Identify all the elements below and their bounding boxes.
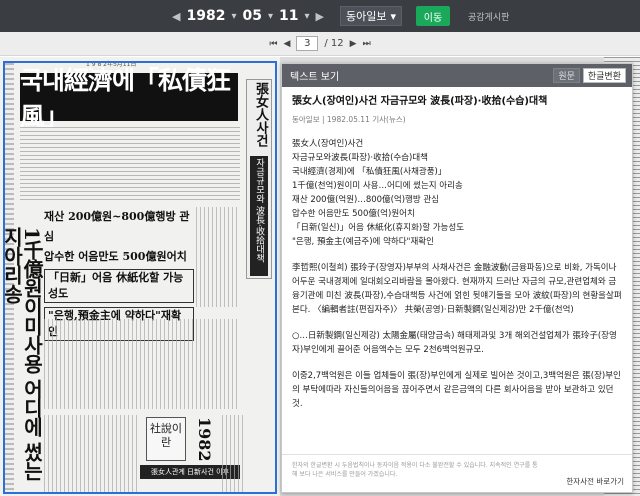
newspaper-select-value: 동아일보: [345, 10, 387, 23]
newspaper-left-page: 1 9 8 2年5月11日 국내經濟에「私債狂風」 張女人사건 자금규모와 波長…: [0, 57, 280, 496]
page-navigator: ⏮ ◀ 3 / 12 ▶ ⏭: [0, 32, 640, 56]
total-pages: / 12: [324, 38, 344, 49]
article-line: "은행, 預金主(예금주)에 약하다"재확인: [292, 237, 434, 247]
article-line: 자금규모와波長(파장)·收拾(수습)대책: [292, 153, 428, 163]
month-caret-icon: ▾: [267, 10, 273, 22]
article-paragraph: 李哲熙(이철희) 張玲子(장영자)부부의 사채사건은 金融波動(금융파동)으로 …: [292, 263, 622, 315]
article-line: 張女人(장여인)사건: [292, 139, 364, 149]
hangul-convert-button[interactable]: 한글변환: [582, 68, 626, 83]
month-display[interactable]: 05: [242, 8, 261, 24]
text-view-body: 張女人(장여인)사건 자금규모와 波長(파장)·收拾(수습)대책 동아일보 | …: [282, 87, 632, 411]
next-page-button[interactable]: ▶: [350, 39, 357, 49]
article-line: 「日新(일신)」어음 休紙化(휴지화)할 가능성도: [292, 223, 465, 233]
article-line: 압수한 어음만도 500億(억)원어치: [292, 209, 415, 219]
chevron-down-icon: ▾: [390, 9, 396, 23]
first-page-button[interactable]: ⏮: [269, 39, 277, 49]
year-caret-icon: ▾: [231, 10, 237, 22]
article-line: 국내經濟(경제)에 「私債狂風(사채광풍)」: [292, 167, 447, 177]
public-board-link[interactable]: 공감게시판: [468, 10, 509, 23]
last-page-button[interactable]: ⏭: [363, 39, 371, 49]
text-view-panel: 텍스트 보기 원문 한글변환 張女人(장여인)사건 자금규모와 波長(파장)·收…: [281, 63, 633, 493]
prev-date-button[interactable]: ◀: [172, 10, 180, 23]
article-paragraph: 이중2,7백억원은 이들 업체들이 張(장)부인에게 실제로 빌어쓴 것이고,3…: [292, 371, 621, 409]
next-date-button[interactable]: ▶: [316, 10, 324, 23]
text-view-footer: 한자의 한글변환 시 두음법칙이나 동자이음 적용이 다소 불완전할 수 있습니…: [282, 454, 632, 492]
day-caret-icon: ▾: [304, 10, 310, 22]
newspaper-select[interactable]: 동아일보 ▾: [339, 6, 402, 26]
top-toolbar: ◀ 1982 ▾ 05 ▾ 11 ▾ ▶ 동아일보 ▾ 이동 공감게시판: [0, 0, 640, 32]
page-number-input[interactable]: 3: [296, 36, 319, 51]
hanja-dictionary-link[interactable]: 한자사전 바로가기: [566, 477, 624, 486]
article-line: 재산 200億(억원)…800億(억)행방 관심: [292, 195, 439, 205]
prev-page-button[interactable]: ◀: [283, 39, 290, 49]
date-navigator: ◀ 1982 ▾ 05 ▾ 11 ▾ ▶ 동아일보 ▾ 이동 공감게시판: [172, 0, 509, 32]
article-line: 1千億(천억)원이미 사용…어디에 썼는지 아리송: [292, 181, 463, 191]
article-paragraph: ○…日新製鋼(일신제강) 太陽金屬(태양금속) 해태제과및 3개 해외건설업체가…: [292, 331, 617, 355]
article-title: 張女人(장여인)사건 자금규모와 波長(파장)·收拾(수습)대책: [292, 96, 548, 107]
original-text-button[interactable]: 원문: [553, 68, 580, 83]
day-display[interactable]: 11: [279, 8, 298, 24]
go-button[interactable]: 이동: [415, 6, 450, 26]
article-lines: 張女人(장여인)사건 자금규모와波長(파장)·收拾(수습)대책 국내經濟(경제)…: [292, 137, 622, 249]
conversion-notice: 한자의 한글변환 시 두음법칙이나 동자이음 적용이 다소 불완전할 수 있습니…: [292, 462, 538, 478]
selected-article-outline[interactable]: [3, 61, 277, 494]
article-meta: 동아일보 | 1982.05.11 기사(뉴스): [292, 115, 406, 124]
text-view-title: 텍스트 보기: [290, 72, 340, 83]
year-display[interactable]: 1982: [186, 8, 225, 24]
text-view-header: 텍스트 보기 원문 한글변환: [282, 64, 632, 87]
